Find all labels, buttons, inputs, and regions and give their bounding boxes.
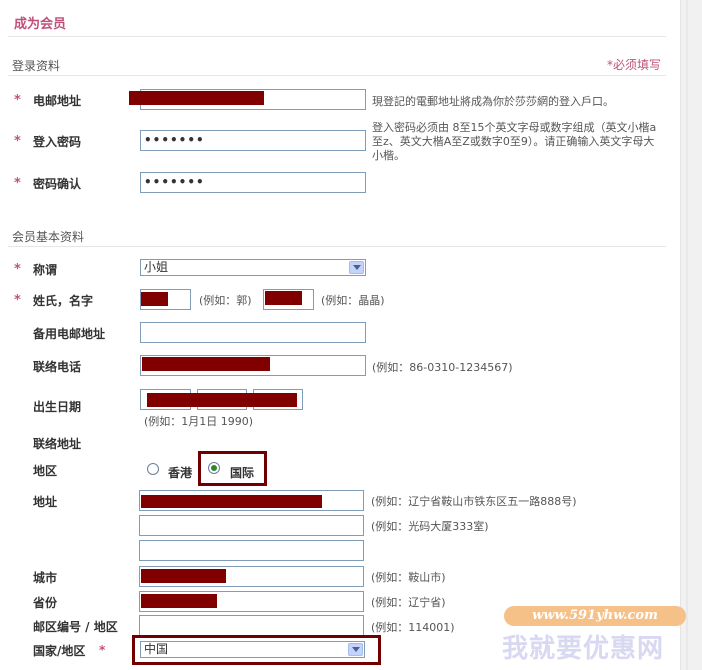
province-hint: (例如：辽宁省)	[371, 596, 446, 609]
province-label: 省份	[33, 596, 58, 610]
region-hk-label: 香港	[168, 466, 193, 480]
city-label: 城市	[33, 571, 58, 585]
address-hint-2: (例如：光码大厦333室)	[371, 520, 489, 533]
salutation-value: 小姐	[144, 260, 169, 274]
salutation-label: 称谓	[33, 263, 58, 277]
postal-hint: (例如：114001)	[371, 621, 455, 634]
required-star: *	[14, 293, 21, 308]
address-hint-1: (例如：辽宁省鞍山市铁东区五一路888号)	[371, 495, 577, 508]
country-select[interactable]: 中国	[140, 641, 365, 658]
redacted-given-name	[265, 291, 302, 305]
name-label: 姓氏，名字	[33, 294, 94, 308]
redacted-address	[141, 495, 322, 508]
postal-label: 邮区编号 / 地区	[33, 620, 118, 634]
chevron-down-icon[interactable]	[349, 261, 364, 274]
contact-address-label: 联络地址	[33, 437, 82, 451]
redacted-surname	[141, 292, 168, 306]
address-line3-input[interactable]	[139, 540, 364, 561]
birthday-label: 出生日期	[33, 400, 82, 414]
given-name-hint: (例如：晶晶)	[321, 294, 385, 307]
required-note: *必须填写	[606, 58, 661, 72]
salutation-select[interactable]: 小姐	[140, 259, 366, 276]
basic-section-title: 会员基本资料	[12, 230, 85, 244]
phone-label: 联络电话	[33, 360, 82, 374]
site-watermark: www.591yhw.com 我就要优惠网	[500, 606, 686, 666]
region-intl-label: 国际	[230, 466, 255, 480]
scrollbar-divider	[686, 0, 688, 670]
city-hint: (例如：鞍山市)	[371, 571, 446, 584]
title-divider	[8, 36, 666, 37]
redacted-city	[141, 569, 226, 583]
redacted-email	[129, 91, 264, 105]
required-star: *	[14, 134, 21, 149]
email-label: 电邮地址	[33, 94, 82, 108]
region-intl-radio[interactable]	[208, 462, 220, 474]
confirm-password-label: 密码确认	[33, 177, 82, 191]
country-label: 国家/地区	[33, 644, 86, 658]
redacted-phone	[142, 357, 270, 371]
password-label: 登入密码	[33, 135, 82, 149]
password-input[interactable]: •••••••	[140, 130, 366, 151]
redacted-province	[141, 594, 217, 608]
watermark-text: 我就要优惠网	[502, 634, 665, 664]
birthday-hint: (例如：1月1日 1990)	[144, 415, 254, 428]
surname-hint: (例如：郭)	[199, 294, 252, 307]
alt-email-input[interactable]	[140, 322, 366, 343]
region-label: 地区	[33, 464, 58, 478]
country-value: 中国	[144, 642, 169, 656]
basic-section-divider	[8, 246, 666, 247]
required-star: *	[14, 262, 21, 277]
login-section-title: 登录资料	[12, 59, 61, 73]
address-label: 地址	[33, 495, 58, 509]
postal-input[interactable]	[139, 615, 364, 636]
required-star: *	[14, 93, 21, 108]
scrollbar-track[interactable]	[680, 0, 702, 670]
watermark-url: www.591yhw.com	[504, 606, 686, 626]
required-star: *	[14, 176, 21, 191]
password-hint: 登入密码必须由 8至15个英文字母或数字组成（英文小楷a至z、英文大楷A至Z或数…	[372, 121, 657, 162]
email-hint: 現登記的電郵地址將成為你於莎莎網的登入戶口。	[372, 95, 614, 108]
alt-email-label: 备用电邮地址	[33, 327, 106, 341]
phone-hint: (例如：86-0310-1234567)	[372, 361, 513, 374]
country-required-star: *	[99, 643, 106, 657]
login-section-divider	[8, 75, 666, 76]
region-hk-radio[interactable]	[147, 463, 159, 475]
page-title: 成为会员	[14, 17, 67, 32]
redacted-birthday	[147, 393, 297, 407]
confirm-password-input[interactable]: •••••••	[140, 172, 366, 193]
chevron-down-icon[interactable]	[348, 643, 363, 656]
address-line2-input[interactable]	[139, 515, 364, 536]
